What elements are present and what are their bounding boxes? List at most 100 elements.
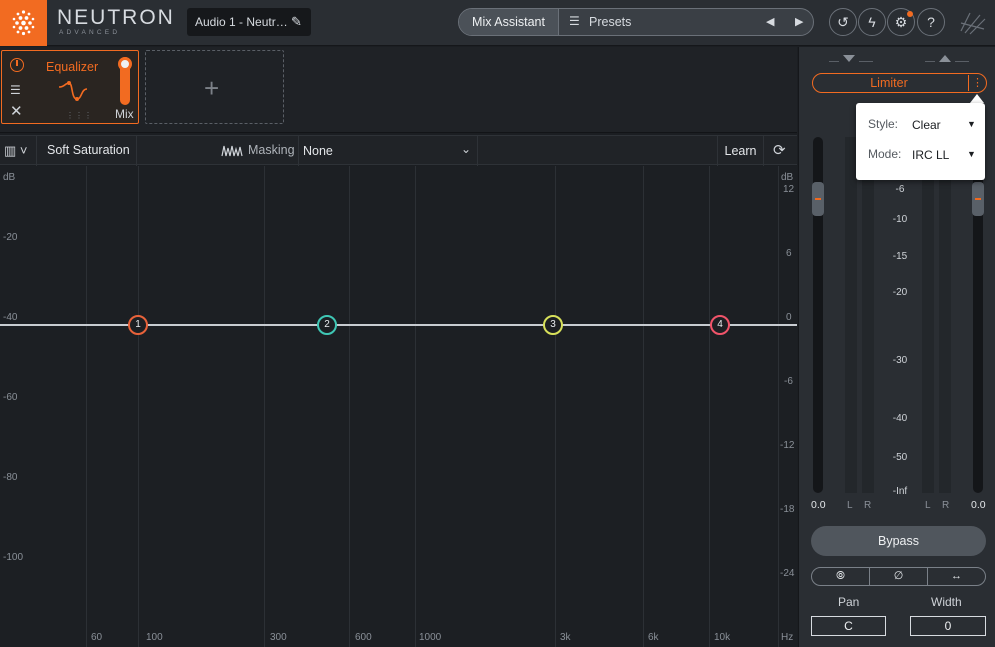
brand-name: NEUTRON [57, 6, 175, 29]
masking-track-select[interactable]: None ⌄ [298, 136, 478, 166]
left-scale-label: -100 [3, 552, 24, 563]
right-scale-label: dB [781, 172, 794, 183]
power-icon[interactable] [10, 58, 24, 72]
pencil-icon[interactable]: ✎ [291, 14, 302, 30]
caret-down-icon[interactable]: ▼ [967, 119, 976, 129]
next-preset-icon[interactable]: ▶ [795, 15, 803, 28]
eq-toolbar: ▥ ˅ Soft Saturation Masking None ⌄ Learn… [0, 135, 797, 166]
right-scale-label: 0 [786, 312, 792, 323]
help-icon[interactable]: ? [917, 8, 945, 36]
ceiling-down-arrow-icon[interactable] [843, 55, 855, 62]
mix-assistant-button[interactable]: Mix Assistant [459, 9, 559, 35]
ceiling-dash [925, 61, 935, 62]
frequency-label: 3k [560, 632, 571, 643]
drag-handle-icon[interactable]: ⋮⋮⋮ [66, 111, 93, 120]
input-meter-left [845, 137, 857, 493]
bypass-button[interactable]: Bypass [811, 526, 986, 556]
grid-line [415, 166, 416, 647]
ceiling-dash [955, 61, 969, 62]
list-icon[interactable]: ☰ [10, 83, 21, 97]
reset-icon[interactable]: ⟳ [773, 141, 786, 159]
left-scale-label: -80 [3, 472, 18, 483]
grid-line [138, 166, 139, 647]
input-meter-right [862, 137, 874, 493]
eq-curve-icon [58, 81, 88, 101]
divider [136, 136, 137, 166]
right-scale-label: 12 [783, 184, 795, 195]
right-scale-label: -6 [784, 376, 793, 387]
bolt-icon[interactable]: ϟ [858, 8, 886, 36]
channel-label: L [925, 500, 931, 511]
notification-dot [907, 11, 913, 17]
mono-icon[interactable]: ⦾ [812, 568, 870, 585]
brand-edition: ADVANCED [59, 29, 121, 36]
meter-scale-label: -50 [892, 452, 908, 463]
close-icon[interactable]: ✕ [10, 102, 23, 120]
right-scale-label: 6 [786, 248, 792, 259]
gear-icon[interactable]: ⚙ [887, 8, 915, 36]
width-field[interactable]: 0 [910, 616, 986, 636]
mode-label: Mode: [868, 147, 902, 161]
learn-button[interactable]: Learn [717, 136, 764, 166]
kebab-menu-icon[interactable]: ⋮ [968, 75, 986, 91]
style-label: Style: [868, 117, 899, 131]
track-name-field[interactable]: Audio 1 - Neutr… ✎ [187, 8, 311, 36]
meter-scale-label: -20 [892, 287, 908, 298]
meter-scale-label: -6 [895, 184, 905, 195]
eq-graph[interactable]: dB -20 -40 -60 -80 -100 dB 12 6 0 -6 -12… [0, 166, 797, 647]
output-gain-handle[interactable] [972, 182, 984, 216]
soft-saturation-button[interactable]: Soft Saturation [47, 143, 130, 157]
masking-icon [221, 145, 243, 157]
track-name: Audio 1 - Neutr… [195, 15, 288, 29]
input-gain-value[interactable]: 0.0 [811, 499, 826, 511]
add-module-slot[interactable]: + [145, 50, 284, 124]
limiter-toggle[interactable]: Limiter ⋮ [812, 73, 987, 93]
mix-slider-knob[interactable] [118, 57, 132, 71]
left-scale-label: dB [3, 172, 16, 183]
assistant-presets-bar: Mix Assistant ☰ Presets ◀ ▶ [458, 8, 814, 36]
neutron-logo-icon [0, 0, 47, 46]
eq-band-node-3[interactable]: 3 [543, 315, 563, 335]
module-title: Equalizer [46, 60, 99, 74]
limiter-settings-popup: Style: Clear ▼ Mode: IRC LL ▼ [856, 103, 985, 180]
module-chain: ☰ ✕ Equalizer ⋮⋮⋮ Mix + [0, 47, 797, 133]
equalizer-module[interactable]: ☰ ✕ Equalizer ⋮⋮⋮ Mix [1, 50, 139, 124]
eq-band-node-2[interactable]: 2 [317, 315, 337, 335]
channel-label: R [864, 500, 872, 511]
eq-band-node-1[interactable]: 1 [128, 315, 148, 335]
frequency-label: 300 [270, 632, 287, 643]
grid-line [643, 166, 644, 647]
list-icon: ☰ [569, 14, 580, 28]
plus-icon[interactable]: + [204, 73, 219, 104]
right-scale-label: -18 [780, 504, 795, 515]
ceiling-dash [829, 61, 839, 62]
ceiling-up-arrow-icon[interactable] [939, 55, 951, 62]
left-scale-label: -40 [3, 312, 18, 323]
grid-line [555, 166, 556, 647]
swap-channels-icon[interactable]: ↔ [928, 568, 985, 585]
input-gain-handle[interactable] [812, 182, 824, 216]
previous-preset-icon[interactable]: ◀ [766, 15, 774, 28]
frequency-label: 600 [355, 632, 372, 643]
mode-select[interactable]: IRC LL [912, 148, 949, 162]
meter-scale-label: -30 [892, 355, 908, 366]
pan-field[interactable]: C [811, 616, 886, 636]
width-label: Width [931, 595, 962, 609]
caret-down-icon[interactable]: ▼ [967, 149, 976, 159]
meter-scale-label: -10 [892, 214, 908, 225]
limiter-label: Limiter [870, 76, 908, 90]
style-select[interactable]: Clear [912, 118, 941, 132]
phase-invert-icon[interactable]: ∅ [870, 568, 928, 585]
top-bar: NEUTRON ADVANCED Audio 1 - Neutr… ✎ Mix … [0, 0, 995, 46]
frequency-unit-label: Hz [781, 632, 794, 643]
frequency-label: 1000 [419, 632, 442, 643]
meter-scale-label: -Inf [892, 486, 908, 497]
view-options-icon[interactable]: ▥ ˅ [4, 143, 28, 159]
history-icon[interactable]: ↺ [829, 8, 857, 36]
presets-button[interactable]: Presets [589, 15, 631, 29]
ceiling-dash [859, 61, 873, 62]
masking-label: Masking [248, 143, 295, 157]
left-scale-label: -20 [3, 232, 18, 243]
output-gain-value[interactable]: 0.0 [971, 499, 986, 511]
eq-band-node-4[interactable]: 4 [710, 315, 730, 335]
